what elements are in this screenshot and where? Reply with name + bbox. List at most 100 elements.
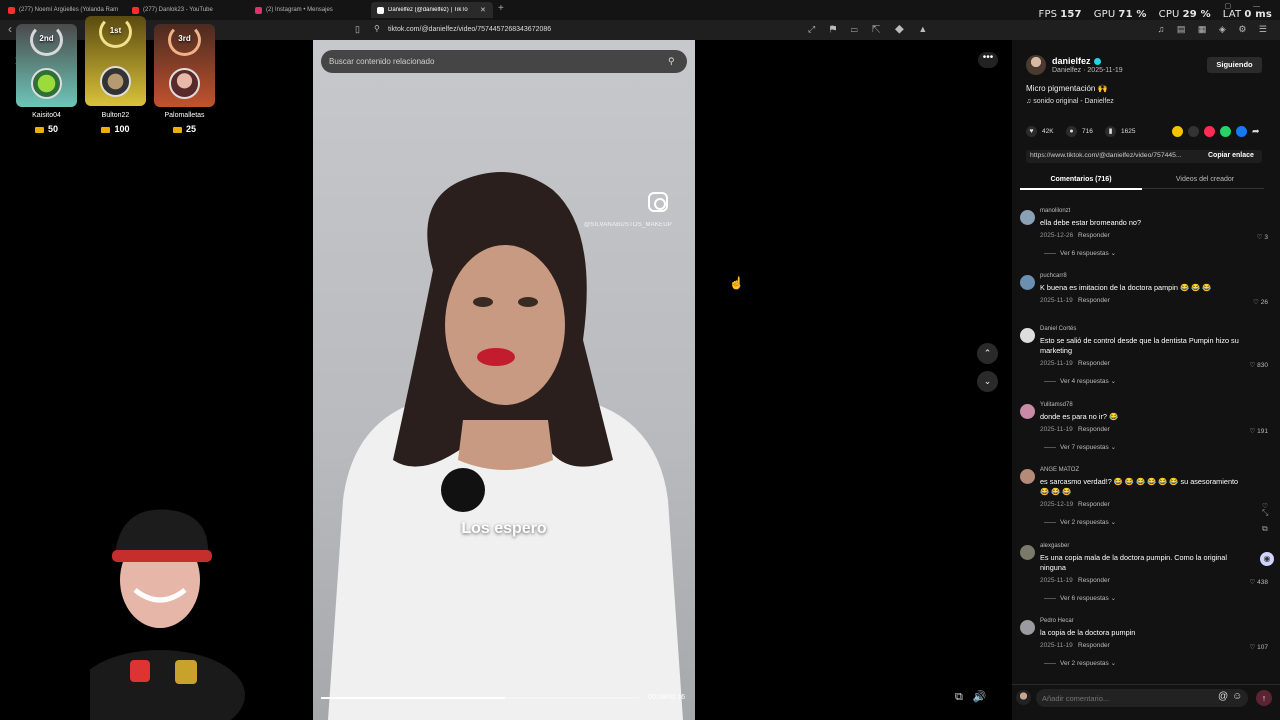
share-repost-icon[interactable] [1172, 126, 1183, 137]
cpu-label: CPU [1158, 9, 1180, 20]
reply-button[interactable]: Responder [1078, 360, 1110, 367]
commenter-avatar[interactable] [1020, 275, 1035, 290]
pip-icon[interactable]: ⧉ [955, 691, 973, 703]
tab-label: Danielfez (@danielfez) | TikTok [388, 7, 468, 13]
view-replies-button[interactable]: Ver 2 respuestas ⌄ [1044, 518, 1116, 526]
next-video-button[interactable]: ⌄ [977, 371, 998, 392]
toolbar-icons[interactable]: ♫ ▤ ▦ ◈ ⚙ ☰ [1158, 24, 1272, 35]
reply-button[interactable]: Responder [1078, 501, 1110, 508]
mention-icon[interactable]: @ [1218, 691, 1232, 702]
commenter-avatar[interactable] [1020, 404, 1035, 419]
commenter-avatar[interactable] [1020, 620, 1035, 635]
commenter-name[interactable]: manolilonzt [1040, 208, 1070, 214]
comment-like-button[interactable]: ♡ 191 [1250, 427, 1269, 435]
reply-button[interactable]: Responder [1078, 232, 1110, 239]
comment-date: 2025-11-19 [1040, 642, 1073, 649]
new-tab-button[interactable]: + [498, 3, 504, 14]
commenter-avatar[interactable] [1020, 469, 1035, 484]
commenter-name[interactable]: ANGE MATOZ [1040, 467, 1079, 473]
tab-instagram[interactable]: (2) Instagram • Mensajes [249, 2, 371, 18]
author-name[interactable]: danielfez [1052, 56, 1101, 66]
sound-link[interactable]: ♫ sonido original - Danielfez [1026, 98, 1114, 105]
commenter-name[interactable]: Pedro Hecar [1040, 618, 1074, 624]
video-progress-bar[interactable] [321, 697, 639, 699]
rank-label: 2nd [39, 34, 54, 43]
reply-button[interactable]: Responder [1078, 426, 1110, 433]
comment-input[interactable] [1036, 689, 1248, 707]
site-info-icon[interactable]: ⚲ [374, 24, 380, 33]
comment-button[interactable]: ● 716 [1066, 126, 1093, 137]
view-replies-button[interactable]: Ver 7 respuestas ⌄ [1044, 443, 1116, 451]
previous-video-button[interactable]: ⌃ [977, 343, 998, 364]
view-replies-label: Ver 7 respuestas [1060, 444, 1109, 451]
volume-icon[interactable]: 🔊 [973, 691, 997, 703]
heart-icon: ♡ [1249, 579, 1258, 586]
commenter-name[interactable]: alexgasber [1040, 543, 1069, 549]
extension-icons[interactable]: ⤢ ⚑ ▭ ⇱ ◆ ▲ [808, 24, 933, 35]
tab-tiktok[interactable]: Danielfez (@danielfez) | TikTok ✕ [371, 2, 493, 18]
commenter-avatar[interactable] [1020, 210, 1035, 225]
video-subject [328, 172, 683, 720]
send-comment-button[interactable]: ↑ [1256, 690, 1272, 706]
assistant-icon[interactable]: ◉ [1260, 552, 1274, 566]
fps-value: 157 [1060, 9, 1082, 20]
active-tab-indicator [1020, 188, 1142, 190]
embed-icon[interactable] [1188, 126, 1199, 137]
search-icon[interactable]: ⚲ [668, 56, 675, 67]
video-link[interactable]: https://www.tiktok.com/@danielfez/video/… [1030, 152, 1200, 159]
commenter-name[interactable]: Yulitamsd78 [1040, 402, 1073, 408]
view-replies-label: Ver 2 respuestas [1060, 660, 1109, 667]
comment-like-button[interactable]: ♡ 26 [1253, 298, 1268, 306]
commenter-avatar[interactable] [1020, 328, 1035, 343]
reply-button[interactable]: Responder [1078, 642, 1110, 649]
youtube-icon [132, 6, 139, 14]
comment-like-button[interactable]: ♡ [1262, 502, 1268, 510]
commenter-avatar[interactable] [1020, 545, 1035, 560]
share-arrow-icon[interactable]: ➦ [1252, 126, 1263, 137]
tab-youtube[interactable]: (277) Danlok23 - YouTube [126, 2, 248, 18]
comment-like-button[interactable]: ♡ 438 [1250, 578, 1269, 586]
whatsapp-icon[interactable] [1220, 126, 1231, 137]
related-search-input[interactable]: Buscar contenido relacionado [321, 50, 687, 73]
reply-button[interactable]: Responder [1078, 297, 1110, 304]
comment-date: 2025-11-19 [1040, 297, 1073, 304]
save-button[interactable]: ▮ 1625 [1105, 126, 1135, 137]
sound-label[interactable]: sonido original - Danielfez [1033, 98, 1114, 105]
comment-input-icons[interactable]: @☺ [1218, 691, 1246, 702]
comment-like-button[interactable]: ♡ 3 [1257, 233, 1268, 241]
comment-text: es sarcasmo verdad!? 😂 😂 😂 😂 😂 😂 su ases… [1040, 477, 1239, 496]
view-replies-button[interactable]: Ver 6 respuestas ⌄ [1044, 594, 1116, 602]
view-replies-button[interactable]: Ver 6 respuestas ⌄ [1044, 249, 1116, 257]
avatar [31, 68, 62, 99]
browser-tab-strip: (277) Noemí Argüelles (Yolanda Ram (277)… [0, 0, 1280, 20]
comment-text: Esto se salió de control desde que la de… [1040, 336, 1239, 355]
following-button[interactable]: Siguiendo [1207, 57, 1262, 73]
bookmark-icon[interactable]: ▯ [355, 24, 360, 35]
commenter-name[interactable]: puchcarr8 [1040, 273, 1067, 279]
comment-text: K buena es imitacion de la doctora pampi… [1040, 283, 1212, 292]
more-options-button[interactable]: ••• [978, 52, 998, 68]
comment-like-button[interactable]: ♡ 830 [1250, 361, 1269, 369]
like-button[interactable]: ♥ 42K [1026, 126, 1054, 137]
leaderboard-card-1st: 1st [85, 16, 146, 106]
comment-date: 2025-11-19 [1040, 360, 1073, 367]
tab-comments[interactable]: Comentarios (716) [1020, 176, 1142, 183]
facebook-icon[interactable] [1236, 126, 1247, 137]
view-replies-button[interactable]: Ver 4 respuestas ⌄ [1044, 377, 1116, 385]
commenter-name[interactable]: Daniel Cortés [1040, 326, 1076, 332]
share-send-icon[interactable] [1204, 126, 1215, 137]
copy-link-button[interactable]: Copiar enlace [1208, 152, 1254, 159]
author-avatar[interactable] [1026, 55, 1046, 75]
emoji-icon[interactable]: ☺ [1232, 691, 1246, 702]
reply-button[interactable]: Responder [1078, 577, 1110, 584]
url-field[interactable]: tiktok.com/@danielfez/video/757445726834… [388, 26, 551, 33]
heart-icon: ♡ [1249, 362, 1258, 369]
comment-like-button[interactable]: ♡ 107 [1250, 643, 1269, 651]
player-controls[interactable]: ⧉🔊 [955, 690, 997, 704]
comment-like-count: 26 [1260, 299, 1268, 306]
author-handle[interactable]: danielfez [1052, 56, 1091, 66]
view-replies-button[interactable]: Ver 2 respuestas ⌄ [1044, 659, 1116, 667]
tab-creator-videos[interactable]: Videos del creador [1144, 176, 1266, 183]
video-player[interactable] [313, 40, 695, 720]
close-tab-icon[interactable]: ✕ [480, 6, 486, 14]
